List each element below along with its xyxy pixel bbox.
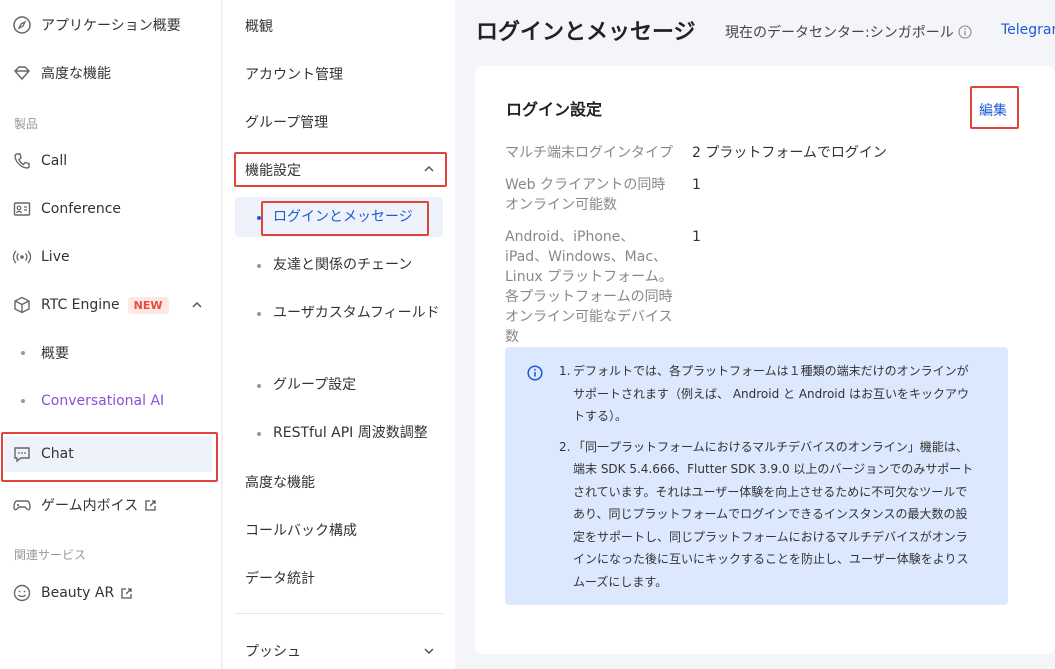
nav-item-push[interactable]: プッシュ: [245, 641, 301, 661]
sidebar-item-live[interactable]: Live: [0, 239, 222, 275]
cube-icon: [12, 295, 32, 315]
left-sidebar: アプリケーション概要 高度な機能 製品 Call Conference Live…: [0, 0, 222, 669]
sidebar-item-label: 高度な機能: [41, 66, 111, 82]
chat-icon: [12, 444, 32, 464]
field-label-web-online: Web クライアントの同時オンライン可能数: [505, 177, 666, 213]
bullet-dot: [21, 351, 25, 355]
sidebar-item-advanced[interactable]: 高度な機能: [0, 55, 222, 91]
info-icon: [527, 365, 543, 381]
section-related-services: 関連サービス: [14, 548, 87, 562]
nav-item-advanced[interactable]: 高度な機能: [245, 472, 315, 492]
telegram-link[interactable]: Telegram: [1001, 22, 1055, 38]
notice-item-number: 2.: [559, 439, 571, 454]
datacenter-text: 現在のデータセンター:シンガポール: [725, 25, 954, 41]
external-link-icon: [145, 499, 156, 511]
new-badge: NEW: [127, 296, 169, 314]
nav-item-account[interactable]: アカウント管理: [245, 64, 343, 84]
diamond-icon: [12, 63, 32, 83]
nav-subitem-user-custom-field[interactable]: ユーザカスタムフィールド: [257, 301, 443, 325]
notice-item-text: デフォルトでは、各プラットフォームは１種類の端末だけのオンラインがサポートされま…: [573, 364, 970, 423]
bullet-dot: [257, 432, 261, 436]
sidebar-item-game-voice[interactable]: ゲーム内ボイス: [0, 487, 222, 523]
nav-subitem-restful-api[interactable]: RESTful API 周波数調整: [257, 421, 443, 445]
sidebar-item-app-overview[interactable]: アプリケーション概要: [0, 7, 222, 43]
nav-subitem-label: RESTful API 周波数調整: [273, 425, 428, 441]
notice-list: 1. デフォルトでは、各プラットフォームは１種類の端末だけのオンラインがサポート…: [559, 360, 979, 601]
nav-subitem-group-settings[interactable]: グループ設定: [257, 373, 443, 397]
nav-item-overview[interactable]: 概観: [245, 16, 273, 36]
page-title: ログインとメッセージ: [476, 20, 696, 45]
external-link-icon: [121, 587, 132, 599]
info-notice: 1. デフォルトでは、各プラットフォームは１種類の端末だけのオンラインがサポート…: [505, 347, 1008, 605]
field-value-platform-devices: 1: [692, 229, 701, 245]
bullet-dot: [257, 312, 261, 316]
nav-subitem-label: 友達と関係のチェーン: [273, 257, 413, 273]
feature-nav: 概観 アカウント管理 グループ管理 機能設定 ログインとメッセージ 友達と関係の…: [223, 0, 455, 669]
edit-button[interactable]: 編集: [979, 100, 1007, 120]
sidebar-item-label: アプリケーション概要: [41, 18, 181, 34]
nav-subitem-label: グループ設定: [273, 377, 357, 393]
bullet-dot: [257, 264, 261, 268]
login-settings-card: ログイン設定 編集 マルチ端末ログインタイプ 2 プラットフォームでログイン W…: [475, 66, 1055, 654]
nav-item-callback[interactable]: コールバック構成: [245, 520, 357, 540]
sidebar-item-label: Call: [41, 153, 68, 169]
card-title: ログイン設定: [506, 100, 603, 119]
notice-item-number: 1.: [559, 364, 571, 378]
sidebar-subitem-label: 概要: [41, 346, 69, 362]
chevron-up-icon[interactable]: [422, 162, 436, 176]
gamepad-icon: [12, 495, 32, 515]
sidebar-item-label: RTC Engine: [41, 297, 120, 313]
nav-item-group[interactable]: グループ管理: [245, 112, 328, 132]
phone-icon: [12, 151, 32, 171]
compass-icon: [12, 15, 32, 35]
nav-divider: [235, 613, 443, 614]
nav-item-stats[interactable]: データ統計: [245, 568, 315, 588]
sidebar-subitem-conversational-ai[interactable]: Conversational AI: [0, 383, 222, 419]
sidebar-item-chat[interactable]: Chat: [4, 436, 212, 472]
bullet-dot: [257, 384, 261, 388]
notice-item-text: 「同一プラットフォームにおけるマルチデバイスのオンライン」機能は、端末 SDK …: [573, 439, 974, 589]
sidebar-item-conference[interactable]: Conference: [0, 191, 222, 227]
field-value-multi-login-type: 2 プラットフォームでログイン: [692, 145, 887, 161]
bullet-dot: [257, 216, 261, 220]
field-label-platform-devices: Android、iPhone、iPad、Windows、Mac、Linux プラ…: [505, 229, 673, 345]
nav-subitem-friends[interactable]: 友達と関係のチェーン: [257, 253, 443, 277]
nav-subitem-label: ログインとメッセージ: [273, 209, 413, 225]
sidebar-item-label: Beauty AR: [41, 585, 115, 601]
section-products: 製品: [14, 117, 39, 131]
chevron-down-icon[interactable]: [422, 644, 436, 658]
sidebar-subitem-overview[interactable]: 概要: [0, 335, 222, 371]
sidebar-subitem-label: Conversational AI: [41, 393, 165, 409]
info-icon[interactable]: [958, 25, 972, 39]
broadcast-icon: [12, 247, 32, 267]
notice-item: 2. 「同一プラットフォームにおけるマルチデバイスのオンライン」機能は、端末 S…: [559, 436, 979, 594]
datacenter-label: 現在のデータセンター:シンガポール: [725, 22, 972, 42]
nav-subitem-label: ユーザカスタムフィールド: [273, 305, 440, 321]
sidebar-item-beauty-ar[interactable]: Beauty AR: [0, 575, 222, 611]
chevron-up-icon[interactable]: [190, 298, 204, 312]
field-value-web-online: 1: [692, 177, 701, 193]
sidebar-item-label: Live: [41, 249, 70, 265]
sidebar-item-label: Chat: [41, 446, 74, 462]
field-label-multi-login-type: マルチ端末ログインタイプ: [505, 145, 673, 161]
conference-icon: [12, 199, 32, 219]
notice-item: 1. デフォルトでは、各プラットフォームは１種類の端末だけのオンラインがサポート…: [559, 360, 979, 428]
nav-subitem-login-message[interactable]: ログインとメッセージ: [257, 205, 443, 229]
smile-icon: [12, 583, 32, 603]
sidebar-item-call[interactable]: Call: [0, 143, 222, 179]
bullet-dot: [21, 399, 25, 403]
sidebar-item-label: Conference: [41, 201, 122, 217]
sidebar-item-label: ゲーム内ボイス: [41, 498, 139, 514]
sidebar-item-rtc-engine[interactable]: RTC Engine NEW: [0, 287, 222, 323]
main-content: ログインとメッセージ 現在のデータセンター:シンガポール Telegram ログ…: [455, 0, 1055, 669]
nav-item-feature-settings[interactable]: 機能設定: [245, 160, 301, 180]
